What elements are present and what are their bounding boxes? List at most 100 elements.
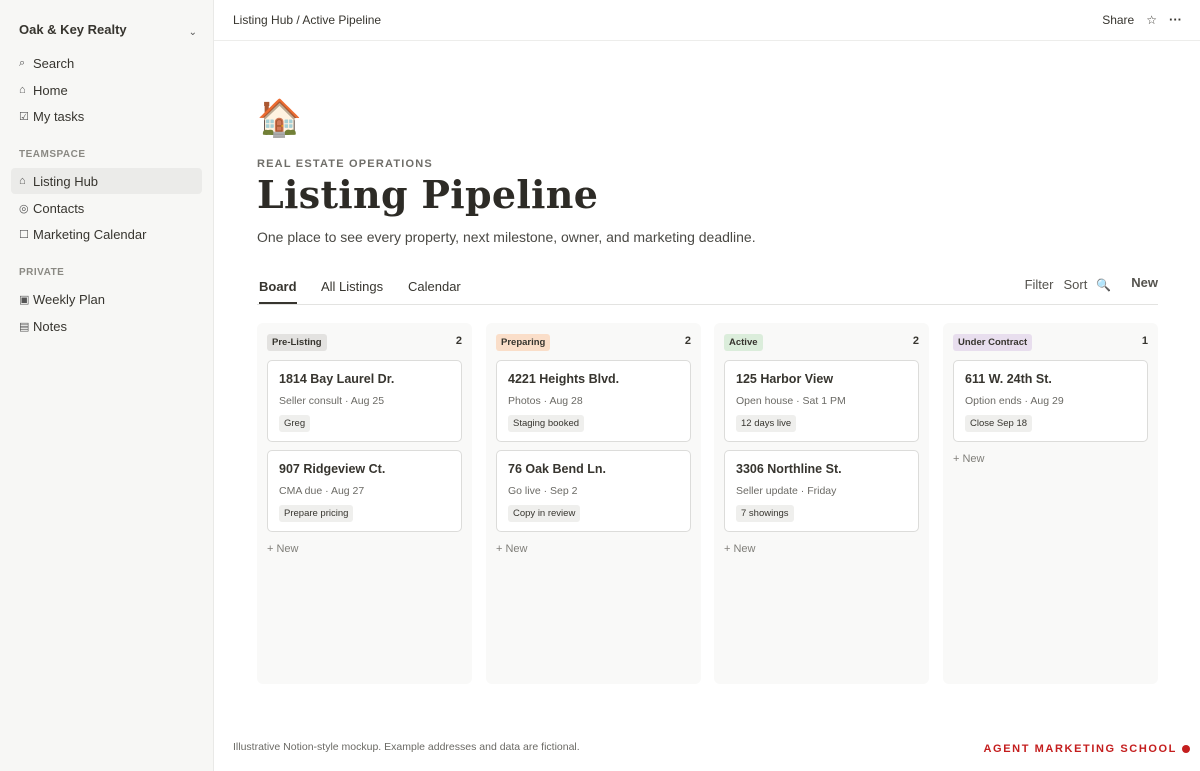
card-title: 1814 Bay Laurel Dr. xyxy=(279,372,395,386)
new-button[interactable]: New xyxy=(1131,275,1158,290)
sidebar-item-label: Listing Hub xyxy=(33,173,99,189)
more-options-icon[interactable]: ··· xyxy=(1169,12,1182,27)
section-label-private: PRIVATE xyxy=(19,267,65,278)
sidebar-item-weekly-plan[interactable]: ▣ Weekly Plan xyxy=(11,286,202,312)
status-tag[interactable]: Active xyxy=(724,334,763,351)
sidebar-item-label: Search xyxy=(33,55,75,71)
house-icon[interactable]: 🏠 xyxy=(257,96,302,140)
column-count: 2 xyxy=(912,335,919,347)
board-column-under-contract: Under Contract 1 611 W. 24th St. Option … xyxy=(943,323,1158,684)
sidebar-item-label: Contacts xyxy=(33,200,85,216)
sidebar-item-home[interactable]: ⌂ Home xyxy=(11,77,202,103)
card-title: 125 Harbor View xyxy=(736,372,834,386)
brand-logo: AGENT MARKETING SCHOOL xyxy=(984,743,1190,755)
tab-board[interactable]: Board xyxy=(259,279,297,304)
card-title: 907 Ridgeview Ct. xyxy=(279,462,386,476)
star-icon[interactable]: ☆ xyxy=(1146,13,1157,27)
sidebar-item-label: Home xyxy=(33,82,68,98)
add-card-button[interactable]: + New xyxy=(496,543,528,555)
filter-button[interactable]: Filter xyxy=(1025,277,1054,292)
page-title: Listing Pipeline xyxy=(257,172,599,217)
sidebar-item-marketing-calendar[interactable]: ☐ Marketing Calendar xyxy=(11,221,202,247)
column-count: 1 xyxy=(1141,335,1148,347)
card-subtitle: Photos · Aug 28 xyxy=(508,395,583,407)
listing-card[interactable]: 611 W. 24th St. Option ends · Aug 29 Clo… xyxy=(953,360,1148,442)
page-icon: ▣ xyxy=(19,293,30,306)
card-subtitle: Option ends · Aug 29 xyxy=(965,395,1064,407)
listing-card[interactable]: 907 Ridgeview Ct. CMA due · Aug 27 Prepa… xyxy=(267,450,462,532)
brand-name: AGENT MARKETING SCHOOL xyxy=(983,743,1177,755)
tab-calendar[interactable]: Calendar xyxy=(408,279,461,302)
sidebar-item-my-tasks[interactable]: ☑ My tasks xyxy=(11,103,202,129)
board-column-pre-listing: Pre-Listing 2 1814 Bay Laurel Dr. Seller… xyxy=(257,323,472,684)
calendar-icon: ☐ xyxy=(19,228,29,241)
sidebar-item-label: My tasks xyxy=(33,108,85,124)
card-tag: Greg xyxy=(279,415,311,432)
card-subtitle: Seller consult · Aug 25 xyxy=(279,395,385,407)
sidebar: Oak & Key Realty ⌄ ⌕ Search ⌂ Home ☑ My … xyxy=(0,0,214,771)
add-card-button[interactable]: + New xyxy=(724,543,756,555)
card-tag: Copy in review xyxy=(508,505,581,522)
listing-card[interactable]: 4221 Heights Blvd. Photos · Aug 28 Stagi… xyxy=(496,360,691,442)
footer-note: Illustrative Notion-style mockup. Exampl… xyxy=(233,741,580,753)
sort-button[interactable]: Sort xyxy=(1063,277,1087,292)
card-subtitle: Seller update · Friday xyxy=(736,485,837,497)
topbar-actions: Share ☆ ··· xyxy=(1102,12,1182,27)
view-tabs: Board All Listings Calendar Filter Sort … xyxy=(257,274,1158,305)
sidebar-item-label: Notes xyxy=(33,318,67,334)
column-count: 2 xyxy=(455,335,462,347)
workspace-name: Oak & Key Realty xyxy=(19,21,127,37)
checkbox-icon: ☑ xyxy=(19,110,29,123)
view-toolbar: Filter Sort 🔍 New xyxy=(1025,275,1158,292)
status-tag[interactable]: Pre-Listing xyxy=(267,334,327,351)
tab-all-listings[interactable]: All Listings xyxy=(321,279,383,302)
column-header: Preparing 2 xyxy=(496,334,691,351)
card-subtitle: CMA due · Aug 27 xyxy=(279,485,365,497)
card-subtitle: Open house · Sat 1 PM xyxy=(736,395,846,407)
card-subtitle: Go live · Sep 2 xyxy=(508,485,578,497)
column-header: Under Contract 1 xyxy=(953,334,1148,351)
sidebar-item-search[interactable]: ⌕ Search xyxy=(11,50,202,76)
contacts-icon: ◎ xyxy=(19,202,29,215)
notes-icon: ▤ xyxy=(19,320,30,333)
column-header: Active 2 xyxy=(724,334,919,351)
listing-card[interactable]: 1814 Bay Laurel Dr. Seller consult · Aug… xyxy=(267,360,462,442)
column-count: 2 xyxy=(684,335,691,347)
card-title: 4221 Heights Blvd. xyxy=(508,372,620,386)
brand-dot-icon xyxy=(1182,745,1190,753)
sidebar-item-label: Weekly Plan xyxy=(33,291,106,307)
sidebar-item-listing-hub[interactable]: ⌂ Listing Hub xyxy=(11,168,202,194)
sidebar-item-label: Marketing Calendar xyxy=(33,226,147,242)
sidebar-item-contacts[interactable]: ◎ Contacts xyxy=(11,195,202,221)
page-eyebrow: REAL ESTATE OPERATIONS xyxy=(257,158,433,170)
page-description: One place to see every property, next mi… xyxy=(257,229,756,245)
topbar: Listing Hub / Active Pipeline Share ☆ ··… xyxy=(214,0,1200,41)
listing-card[interactable]: 76 Oak Bend Ln. Go live · Sep 2 Copy in … xyxy=(496,450,691,532)
home-icon: ⌂ xyxy=(19,175,26,187)
breadcrumb[interactable]: Listing Hub / Active Pipeline xyxy=(233,13,381,27)
card-tag: Staging booked xyxy=(508,415,585,432)
card-title: 3306 Northline St. xyxy=(736,462,842,476)
home-icon: ⌂ xyxy=(19,84,26,96)
card-tag: Prepare pricing xyxy=(279,505,354,522)
chevron-down-icon: ⌄ xyxy=(188,26,197,38)
status-tag[interactable]: Under Contract xyxy=(953,334,1033,351)
card-title: 76 Oak Bend Ln. xyxy=(508,462,606,476)
card-tag: Close Sep 18 xyxy=(965,415,1033,432)
board-column-active: Active 2 125 Harbor View Open house · Sa… xyxy=(714,323,929,684)
board-column-preparing: Preparing 2 4221 Heights Blvd. Photos · … xyxy=(486,323,701,684)
status-tag[interactable]: Preparing xyxy=(496,334,551,351)
search-icon[interactable]: 🔍 xyxy=(1096,278,1111,292)
sidebar-item-notes[interactable]: ▤ Notes xyxy=(11,313,202,339)
search-icon: ⌕ xyxy=(19,56,26,69)
share-button[interactable]: Share xyxy=(1102,13,1134,27)
workspace-switcher[interactable]: Oak & Key Realty ⌄ xyxy=(19,20,197,38)
card-tag: 7 showings xyxy=(736,505,794,522)
column-header: Pre-Listing 2 xyxy=(267,334,462,351)
add-card-button[interactable]: + New xyxy=(267,543,299,555)
card-title: 611 W. 24th St. xyxy=(965,372,1052,386)
add-card-button[interactable]: + New xyxy=(953,453,985,465)
listing-card[interactable]: 125 Harbor View Open house · Sat 1 PM 12… xyxy=(724,360,919,442)
section-label-teamspace: TEAMSPACE xyxy=(19,149,86,160)
listing-card[interactable]: 3306 Northline St. Seller update · Frida… xyxy=(724,450,919,532)
